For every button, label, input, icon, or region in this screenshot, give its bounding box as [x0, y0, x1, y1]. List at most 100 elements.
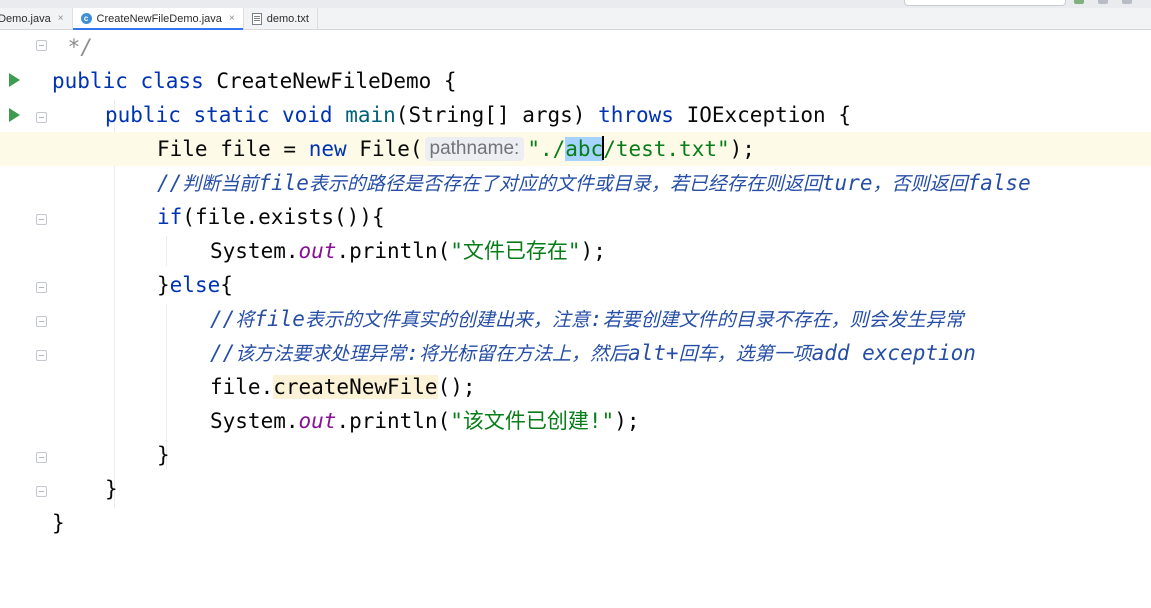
tab-create-new-file-demo[interactable]: c CreateNewFileDemo.java × [72, 8, 244, 30]
keyword: new [308, 137, 347, 161]
comment-text: 若要创建文件的目录不存在，则会发生异常 [602, 309, 964, 331]
code-text: ); [729, 137, 755, 161]
code-text: file. [210, 375, 274, 399]
keyword: public static void [105, 103, 333, 127]
comment-text: : [406, 341, 419, 365]
code-line-1: */ [0, 30, 1151, 64]
comment-text: add exception [811, 341, 976, 365]
code-line-8: }else{ [0, 268, 1151, 302]
close-icon[interactable]: × [58, 13, 64, 24]
string-literal: "该文件已创建!" [450, 409, 615, 433]
comment-text: file [258, 171, 309, 195]
keyword: else [169, 273, 221, 297]
code-line-11: file.createNewFile(); [0, 370, 1151, 404]
comment-text: 回车，选第一项 [678, 343, 812, 365]
line-comment: //将file表示的文件真实的创建出来，注意:若要创建文件的目录不存在，则会发生… [210, 302, 964, 337]
java-file-icon: c [80, 13, 92, 24]
tab-label: demo.txt [266, 12, 309, 25]
line-comment: //判断当前file表示的路径是否存在了对应的文件或目录，若已经存在则返回tur… [157, 166, 1031, 201]
code-line-2: public class CreateNewFileDemo { [0, 64, 1151, 98]
comment-text: 判断当前 [182, 173, 259, 195]
file-declaration: File file = new File(pathname: "./abc/tes… [157, 132, 755, 166]
comment-text: // [157, 171, 183, 195]
code-line-12: System.out.println("该文件已创建!"); [0, 404, 1151, 438]
line-comment: //该方法要求处理异常:将光标留在方法上，然后alt+回车，选第一项add ex… [210, 336, 976, 371]
keyword: throws [598, 103, 674, 127]
code-line-3: public static void main(String[] args) t… [0, 98, 1151, 132]
comment-text: ture [821, 171, 873, 195]
comment-text: ，否则返回 [872, 173, 968, 195]
keyword: if [157, 205, 183, 229]
else-statement: }else{ [157, 268, 233, 302]
code-line-13: } [0, 438, 1151, 472]
text-file-icon [251, 12, 262, 25]
comment-end: */ [55, 35, 93, 59]
toolbar-icons [1074, 0, 1132, 4]
class-name: CreateNewFileDemo { [203, 69, 457, 93]
create-new-file-call: file.createNewFile(); [210, 370, 476, 404]
settings-toolbar-icon[interactable] [1122, 0, 1132, 4]
println-statement: System.out.println("该文件已创建!"); [210, 404, 639, 438]
code-text: ); [580, 239, 606, 263]
code-text: (file.exists()){ [182, 205, 385, 229]
comment-text: : [589, 307, 603, 331]
close-icon[interactable]: × [229, 13, 235, 24]
code-line-10: //该方法要求处理异常:将光标留在方法上，然后alt+回车，选第一项add ex… [0, 336, 1151, 370]
search-everywhere-field[interactable] [904, 0, 1066, 6]
println-statement: System.out.println("文件已存在"); [210, 234, 606, 268]
static-field: out [298, 239, 337, 263]
class-declaration: public class CreateNewFileDemo { [52, 64, 457, 98]
closing-brace: } [105, 477, 118, 501]
code-text: { [220, 273, 233, 297]
code-text: File file = [157, 137, 309, 161]
code-text: ); [614, 409, 640, 433]
code-editor[interactable]: */ public class CreateNewFileDemo { publ… [0, 30, 1151, 547]
comment-text: false [967, 171, 1031, 195]
editor-tab-bar: eDemo.java × c CreateNewFileDemo.java × … [0, 8, 1151, 30]
comment-text: alt+ [627, 341, 679, 365]
string-literal: "文件已存在" [450, 239, 581, 263]
code-text: System. [210, 409, 299, 433]
code-text: System. [210, 239, 299, 263]
comment-text: 表示的文件真实的创建出来，注意 [304, 309, 590, 331]
comment-text: // [210, 307, 236, 331]
comment-text: 将光标留在方法上，然后 [418, 343, 628, 365]
comment-text: 表示的路径是否存在了对应的文件或目录，若已经存在则返回 [308, 173, 822, 195]
code-line-9: //将file表示的文件真实的创建出来，注意:若要创建文件的目录不存在，则会发生… [0, 302, 1151, 336]
tab-label: CreateNewFileDemo.java [96, 12, 222, 25]
selected-text[interactable]: abc [565, 137, 604, 161]
parameter-hint: pathname: [424, 137, 525, 161]
code-line-14: } [0, 472, 1151, 506]
code-text: (); [437, 375, 476, 399]
keyword: public class [52, 69, 204, 93]
static-field: out [298, 409, 337, 433]
code-text: File( [346, 137, 423, 161]
code-line-5: //判断当前file表示的路径是否存在了对应的文件或目录，若已经存在则返回tur… [0, 166, 1151, 200]
method-params: (String[] args) [395, 103, 599, 127]
run-toolbar-icon[interactable] [1074, 0, 1084, 4]
title-bar [0, 0, 1151, 8]
debug-toolbar-icon[interactable] [1098, 0, 1108, 4]
code-text: .println( [336, 239, 451, 263]
tab-file-demo[interactable]: eDemo.java × [0, 8, 73, 29]
string-literal: "./ [527, 137, 566, 161]
code-text: } [157, 273, 170, 297]
code-line-7: System.out.println("文件已存在"); [0, 234, 1151, 268]
code-text: .println( [336, 409, 451, 433]
code-line-15: } [0, 506, 1151, 540]
comment-text: file [254, 307, 305, 331]
method-name: main [332, 103, 396, 127]
method-call-highlight[interactable]: createNewFile [273, 375, 438, 399]
comment-text: // [210, 341, 236, 365]
method-declaration: public static void main(String[] args) t… [105, 98, 851, 132]
closing-brace: } [157, 443, 170, 467]
tab-label: eDemo.java [0, 12, 51, 25]
code-line-4-current: File file = new File(pathname: "./abc/tes… [0, 132, 1151, 166]
comment-text: 该方法要求处理异常 [235, 343, 407, 365]
code-line-6: if(file.exists()){ [0, 200, 1151, 234]
string-literal: /test.txt" [603, 137, 730, 161]
if-statement: if(file.exists()){ [157, 200, 385, 234]
closing-brace: } [52, 511, 65, 535]
tab-demo-txt[interactable]: demo.txt [244, 8, 318, 29]
comment-text: 将 [235, 309, 255, 331]
